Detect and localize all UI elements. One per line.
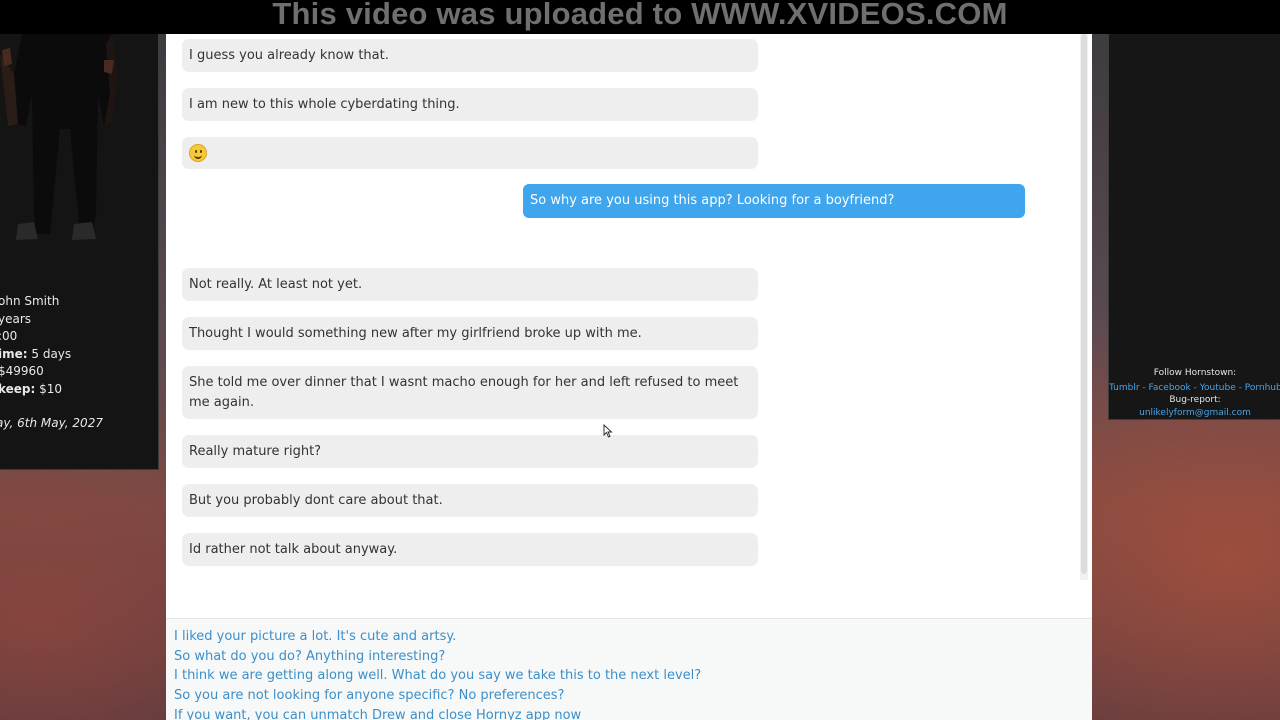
player-stats-panel: ohn Smith years :00 ime: 5 days $49960 k… (0, 34, 159, 470)
message-text: But you probably dont care about that. (189, 492, 443, 508)
message-text: I guess you already know that. (189, 47, 389, 63)
player-money: $49960 (0, 364, 44, 378)
upkeep-value: $10 (39, 381, 63, 396)
player-time: ime: 5 days (0, 346, 71, 364)
mouse-cursor-icon (603, 424, 613, 438)
received-message (182, 137, 758, 169)
received-message: Id rather not talk about anyway. (182, 533, 758, 566)
player-avatar (0, 34, 158, 284)
player-age: years (0, 311, 32, 326)
message-text: I am new to this whole cyberdating thing… (189, 96, 460, 112)
info-panel: Follow Hornstown: Tumblr - Facebook - Yo… (1108, 34, 1280, 420)
time-label: ime: (0, 346, 28, 361)
player-stat: :00 (0, 329, 18, 343)
message-text: Really mature right? (189, 443, 322, 459)
reply-option[interactable]: I think we are getting along well. What … (174, 668, 701, 683)
reply-options-panel: I liked your picture a lot. It's cute an… (166, 618, 1092, 720)
message-text: She told me over dinner that I wasnt mac… (189, 374, 739, 410)
received-message: Not really. At least not yet. (182, 268, 758, 301)
reply-option[interactable]: So you are not looking for anyone specif… (174, 688, 564, 703)
upkeep-label: keep: (0, 381, 36, 396)
video-watermark: This video was uploaded to WWW.XVIDEOS.C… (0, 0, 1280, 34)
smiley-emoji-icon (189, 144, 207, 162)
received-message: I guess you already know that. (182, 39, 758, 72)
player-name: ohn Smith (0, 294, 60, 308)
message-text: Not really. At least not yet. (189, 276, 363, 292)
social-links[interactable]: Tumblr - Facebook - Youtube - Pornhub - (1109, 383, 1280, 393)
player-upkeep: keep: $10 (0, 381, 71, 399)
received-message: Thought I would something new after my g… (182, 317, 758, 350)
message-text: Thought I would something new after my g… (189, 325, 642, 341)
message-text: So why are you using this app? Looking f… (530, 193, 895, 208)
sent-message: So why are you using this app? Looking f… (523, 184, 1025, 218)
scrollbar-thumb[interactable] (1081, 34, 1087, 574)
time-value: 5 days (31, 346, 72, 361)
follow-label: Follow Hornstown: (1153, 368, 1237, 378)
bug-report-label: Bug-report: (1169, 395, 1221, 405)
chat-window: I guess you already know that. I am new … (166, 34, 1092, 720)
reply-option[interactable]: If you want, you can unmatch Drew and cl… (174, 708, 581, 720)
game-date: ay, 6th May, 2027 (0, 416, 103, 430)
bug-report-email[interactable]: unlikelyform@gmail.com (1109, 408, 1280, 418)
received-message: I am new to this whole cyberdating thing… (182, 88, 758, 121)
message-text: Id rather not talk about anyway. (189, 541, 398, 557)
received-message: She told me over dinner that I wasnt mac… (182, 366, 758, 419)
received-message: But you probably dont care about that. (182, 484, 758, 517)
reply-option[interactable]: So what do you do? Anything interesting? (174, 649, 445, 664)
chat-scrollbar[interactable] (1080, 34, 1088, 580)
received-message: Really mature right? (182, 435, 758, 468)
reply-option[interactable]: I liked your picture a lot. It's cute an… (174, 629, 456, 644)
